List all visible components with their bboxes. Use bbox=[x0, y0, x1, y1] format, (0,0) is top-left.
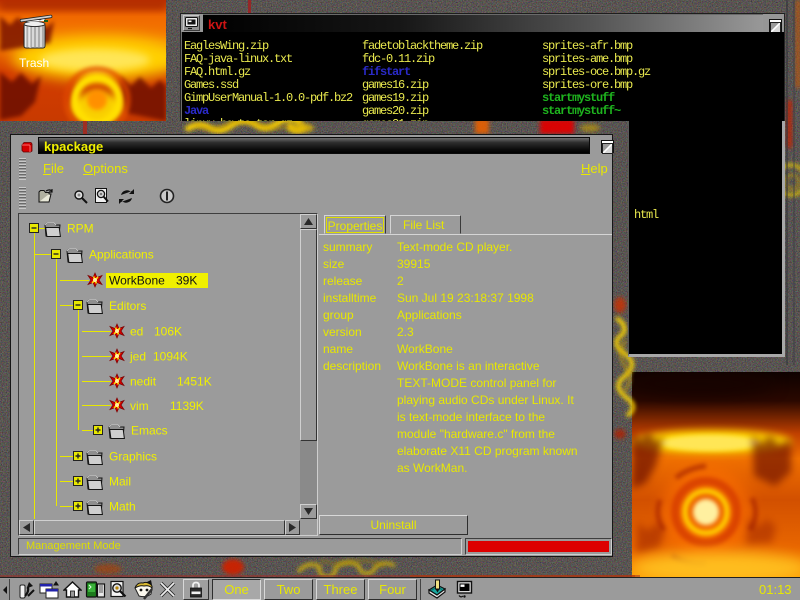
svg-text:1094K: 1094K bbox=[153, 350, 188, 364]
svg-text:Editors: Editors bbox=[109, 299, 146, 313]
svg-text:1139K: 1139K bbox=[170, 399, 204, 413]
svg-text:106K: 106K bbox=[154, 325, 182, 339]
svg-text:ed: ed bbox=[130, 325, 143, 339]
svg-text:Emacs: Emacs bbox=[131, 424, 168, 438]
svg-text:WorkBone: WorkBone bbox=[109, 274, 165, 288]
svg-text:Applications: Applications bbox=[89, 248, 154, 262]
svg-text:Math: Math bbox=[109, 500, 136, 514]
svg-text:1451K: 1451K bbox=[177, 375, 212, 389]
svg-text:39K: 39K bbox=[176, 274, 197, 288]
svg-text:nedit: nedit bbox=[130, 375, 157, 389]
svg-text:Graphics: Graphics bbox=[109, 450, 157, 464]
svg-text:RPM: RPM bbox=[67, 222, 94, 236]
svg-text:Mail: Mail bbox=[109, 475, 131, 489]
svg-text:vim: vim bbox=[130, 399, 149, 413]
svg-text:jed: jed bbox=[129, 350, 146, 364]
